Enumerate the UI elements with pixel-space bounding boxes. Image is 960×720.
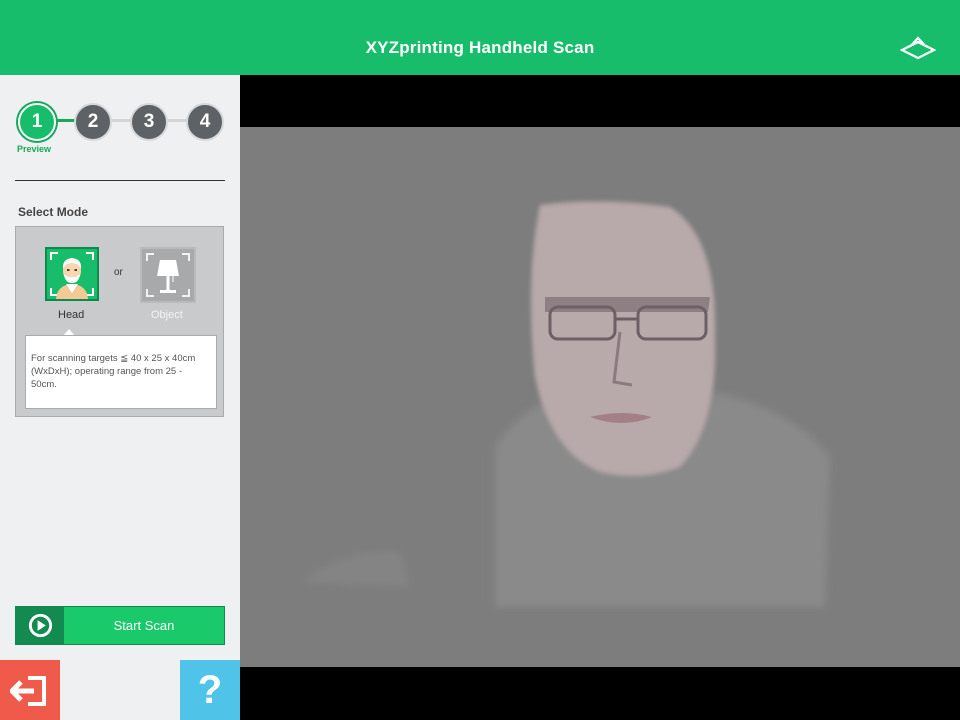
step-indicator: 1 2 3 4 [16, 103, 226, 141]
xyz-logo-icon [899, 36, 937, 60]
or-label: or [114, 267, 123, 278]
object-mode-label: Object [151, 309, 183, 321]
app-title: XYZprinting Handheld Scan [365, 38, 595, 57]
help-button[interactable]: ? [180, 660, 240, 720]
step-caption: Preview [17, 144, 52, 154]
step-3: 3 [130, 103, 168, 141]
exit-button[interactable] [0, 660, 60, 720]
start-icon-container [16, 607, 64, 644]
scan-preview [240, 127, 960, 667]
head-icon [50, 252, 94, 299]
play-icon [28, 613, 53, 638]
app-header: XYZprinting Handheld Scan [0, 0, 960, 75]
head-mode-label: Head [58, 309, 85, 321]
mode-selector: or Head Object For scanning targets ≦ 40… [15, 226, 224, 417]
sidebar: 1 2 3 4 Preview Select Mode or Head Obje… [0, 75, 240, 720]
start-scan-label: Start Scan [113, 618, 175, 633]
step-1: 1 [18, 103, 56, 141]
lamp-icon [146, 253, 190, 297]
step-connector [166, 119, 188, 122]
object-mode-button[interactable] [140, 247, 196, 303]
select-mode-label: Select Mode [18, 205, 89, 219]
start-scan-button[interactable]: Start Scan [15, 606, 225, 645]
head-mode-button[interactable] [45, 247, 99, 301]
divider [15, 180, 225, 181]
exit-icon [10, 676, 46, 706]
step-4: 4 [186, 103, 224, 141]
step-2: 2 [74, 103, 112, 141]
camera-viewport [240, 75, 960, 720]
mode-description: For scanning targets ≦ 40 x 25 x 40cm (W… [25, 335, 217, 409]
depth-preview-image [300, 201, 830, 607]
step-connector [110, 119, 132, 122]
